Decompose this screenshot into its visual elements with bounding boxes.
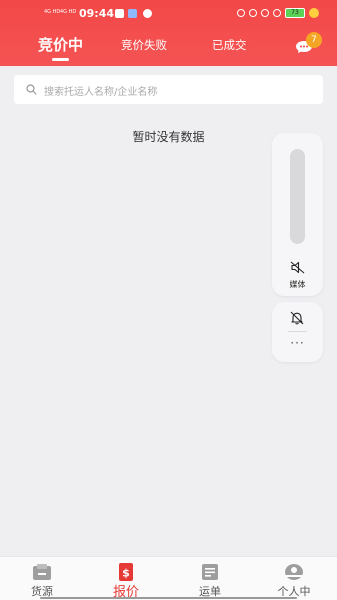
alarm-icon [237,9,245,17]
profile-icon [285,564,303,580]
svg-text:$: $ [122,567,130,580]
status-time: 09:44 [79,7,115,20]
status-right-icons: 73 [237,8,319,18]
active-tab-indicator [52,58,69,61]
bidding-tabs: 竞价中 竞价失败 已成交 [0,34,337,64]
search-input[interactable]: 搜索托运人名称/企业名称 [44,83,157,98]
speaker-mute-icon[interactable] [290,261,305,274]
battery-icon: 73 [285,8,305,18]
quote-icon: $ [119,563,133,581]
notification-app-icon-3 [143,9,152,18]
media-control-panel: 媒体 [272,133,323,296]
notification-app-icon-2 [128,9,137,18]
status-bar: 4G HD 4G HD 09:44 73 [0,6,337,22]
notification-control-panel: ··· [272,302,323,362]
charging-icon [309,8,319,18]
nav-item-quote[interactable]: $ 报价 [84,557,168,600]
waybill-icon [202,564,218,580]
search-bar[interactable]: 搜索托运人名称/企业名称 [14,75,323,104]
wifi-icon [273,9,281,17]
nav-item-profile[interactable]: 个人中 [252,557,336,600]
tab-bidding[interactable]: 竞价中 [38,34,83,55]
search-icon [26,84,37,95]
top-bar: 4G HD 4G HD 09:44 73 竞价中 竞价失败 已成交 7 [0,0,337,66]
notification-app-icon [115,9,124,18]
signal-indicator: 4G HD [44,9,61,15]
tab-completed[interactable]: 已成交 [212,37,247,53]
mute-status-icon [261,9,269,17]
bottom-navigation: 货源 $ 报价 运单 个人中 [0,556,337,600]
more-options-button[interactable]: ··· [272,337,323,349]
nav-item-cargo[interactable]: 货源 [0,557,84,600]
nav-item-waybill[interactable]: 运单 [168,557,252,600]
volume-slider[interactable] [290,149,305,244]
home-indicator [40,597,297,599]
cargo-icon [33,564,51,580]
signal-indicator-2: 4G HD [60,9,77,15]
tab-bid-failed[interactable]: 竞价失败 [121,37,167,53]
bluetooth-icon [249,9,257,17]
message-badge: 7 [306,32,322,48]
bell-mute-icon[interactable] [290,311,304,325]
media-label: 媒体 [289,280,306,289]
panel-divider [288,331,307,332]
